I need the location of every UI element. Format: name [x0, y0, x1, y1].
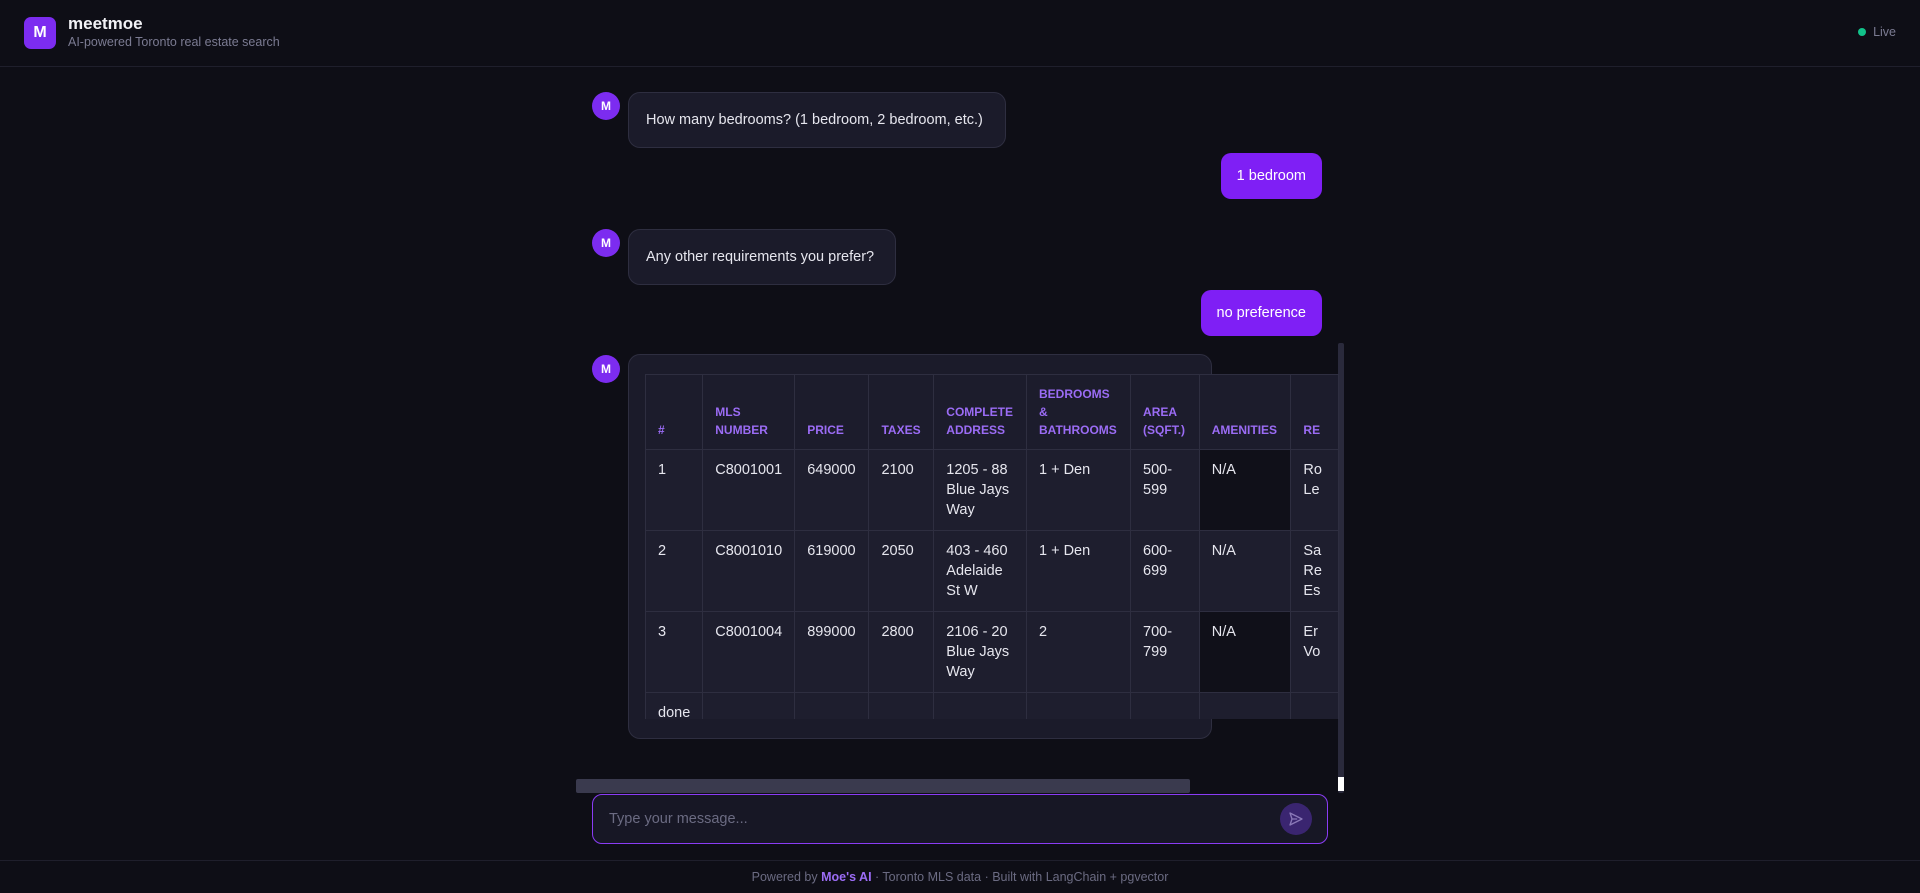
table-cell: Ro Le — [1290, 449, 1339, 531]
table-cell: N/A — [1198, 530, 1292, 612]
table-cell: C8001010 — [702, 530, 796, 612]
app-logo: M — [24, 17, 56, 49]
table-cell: 500-599 — [1130, 449, 1200, 531]
table-cell — [794, 692, 870, 719]
column-header: COMPLETE ADDRESS — [933, 374, 1027, 450]
app-name: meetmoe — [68, 14, 143, 33]
app-footer: Powered by Moe's AI · Toronto MLS data ·… — [0, 860, 1920, 893]
footer-brand-link[interactable]: Moe's AI — [821, 870, 871, 884]
send-button[interactable] — [1280, 803, 1312, 835]
table-cell: 619000 — [794, 530, 870, 612]
app-tagline: AI-powered Toronto real estate search — [68, 35, 280, 49]
table-cell: 2106 - 20 Blue Jays Way — [933, 611, 1027, 693]
vertical-scrollbar-thumb[interactable] — [1338, 777, 1344, 791]
bot-message: M How many bedrooms? (1 bedroom, 2 bedro… — [576, 80, 1344, 148]
user-message: 1 bedroom — [576, 153, 1344, 199]
table-header-row: # MLS NUMBER PRICE TAXES COMPLETE ADDRES… — [645, 374, 1339, 450]
table-cell: 1 + Den — [1025, 449, 1132, 531]
table-cell — [868, 692, 935, 719]
message-input[interactable] — [609, 795, 1259, 843]
table-cell — [1025, 692, 1132, 719]
table-row: 1 C8001001 649000 2100 1205 - 88 Blue Ja… — [645, 449, 1339, 531]
footer-suffix: · Toronto MLS data · Built with LangChai… — [871, 870, 1169, 884]
table-cell: 899000 — [794, 611, 870, 693]
table-cell: C8001001 — [702, 449, 796, 531]
table-cell: 2100 — [868, 449, 935, 531]
horizontal-scrollbar[interactable] — [576, 779, 1190, 793]
user-message-bubble: no preference — [1200, 290, 1322, 336]
table-row: 3 C8001004 899000 2800 2106 - 20 Blue Ja… — [645, 611, 1339, 693]
column-header: AMENITIES — [1198, 374, 1292, 450]
table-cell — [1198, 692, 1292, 719]
table-cell: N/A — [1198, 449, 1292, 531]
user-message-bubble: 1 bedroom — [1220, 153, 1322, 199]
table-cell: 1 — [645, 449, 704, 531]
bot-avatar: M — [592, 355, 620, 383]
column-header: BEDROOMS & BATHROOMS — [1025, 374, 1132, 450]
bot-message: M Any other requirements you prefer? — [576, 217, 1344, 285]
table-row: 2 C8001010 619000 2050 403 - 460 Adelaid… — [645, 530, 1339, 612]
column-header: RE — [1290, 374, 1339, 450]
table-cell: 3 — [645, 611, 704, 693]
footer-prefix: Powered by — [751, 870, 822, 884]
column-header: # — [645, 374, 704, 450]
bot-message-bubble: Any other requirements you prefer? — [628, 229, 896, 285]
table-row: done — [645, 692, 1339, 719]
table-cell: N/A — [1198, 611, 1292, 693]
column-header: MLS NUMBER — [702, 374, 796, 450]
table-cell: 2 — [1025, 611, 1132, 693]
table-cell — [702, 692, 796, 719]
table-cell — [1130, 692, 1200, 719]
user-message: no preference — [576, 290, 1344, 336]
table-cell: C8001004 — [702, 611, 796, 693]
send-icon — [1289, 812, 1303, 826]
table-cell: 1 + Den — [1025, 530, 1132, 612]
table-cell — [933, 692, 1027, 719]
table-cell: 600-699 — [1130, 530, 1200, 612]
table-cell — [1290, 692, 1339, 719]
column-header: TAXES — [868, 374, 935, 450]
bot-avatar: M — [592, 229, 620, 257]
message-input-box — [592, 794, 1328, 844]
app-header: M meetmoe AI-powered Toronto real estate… — [0, 0, 1920, 67]
listings-table-container[interactable]: # MLS NUMBER PRICE TAXES COMPLETE ADDRES… — [645, 374, 1339, 719]
table-cell: Sa Re Es — [1290, 530, 1339, 612]
table-cell: 403 - 460 Adelaide St W — [933, 530, 1027, 612]
table-cell: 700-799 — [1130, 611, 1200, 693]
table-cell: 2 — [645, 530, 704, 612]
table-cell: 1205 - 88 Blue Jays Way — [933, 449, 1027, 531]
column-header: PRICE — [794, 374, 870, 450]
live-status-label: Live — [1873, 25, 1896, 39]
table-cell: 2800 — [868, 611, 935, 693]
table-cell: 2050 — [868, 530, 935, 612]
live-status: Live — [1858, 25, 1896, 39]
bot-message-bubble: How many bedrooms? (1 bedroom, 2 bedroom… — [628, 92, 1006, 148]
table-cell: 649000 — [794, 449, 870, 531]
status-dot-icon — [1858, 28, 1867, 36]
table-cell: done — [645, 692, 704, 719]
bot-avatar: M — [592, 92, 620, 120]
table-cell: Er Vo — [1290, 611, 1339, 693]
listings-table: # MLS NUMBER PRICE TAXES COMPLETE ADDRES… — [645, 374, 1339, 719]
column-header: AREA (SQFT.) — [1130, 374, 1200, 450]
